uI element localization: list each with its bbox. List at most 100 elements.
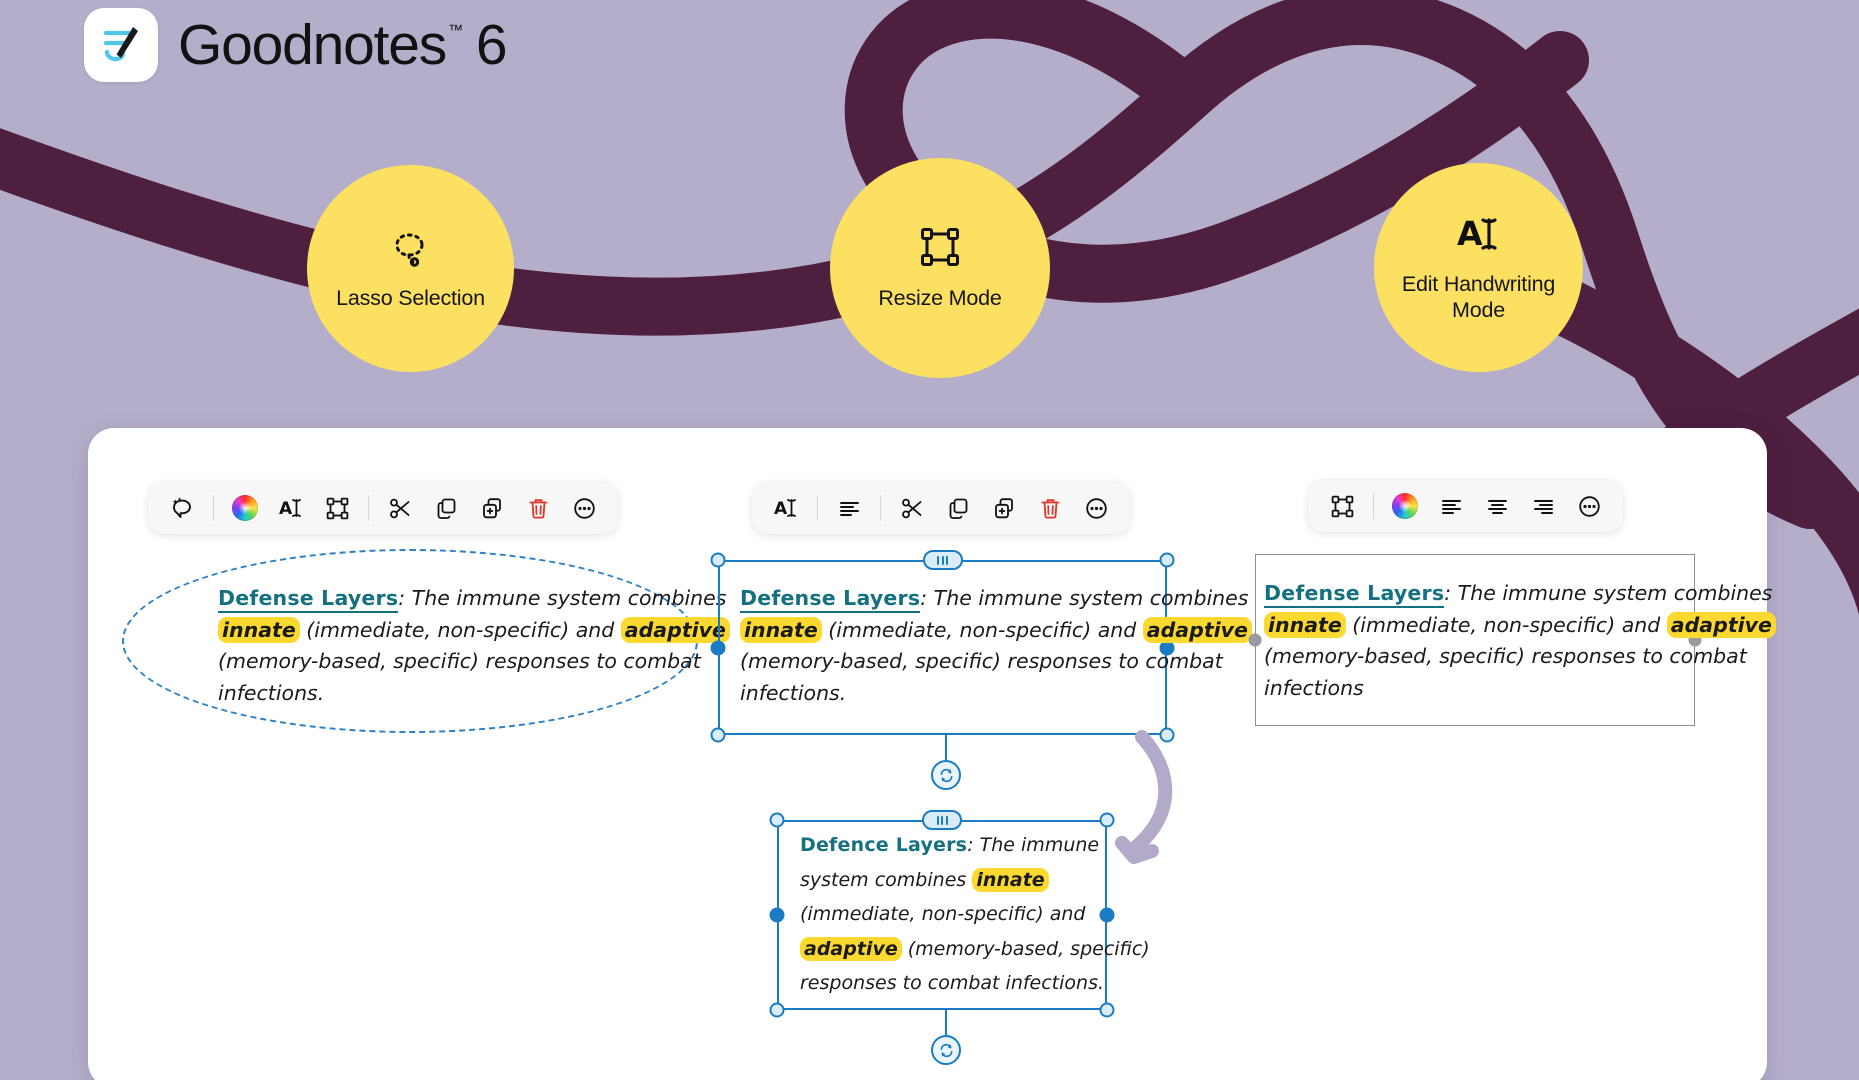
badge-resize-label: Resize Mode — [878, 286, 1002, 311]
duplicate-icon[interactable] — [470, 486, 514, 530]
goodnotes-pen-logo-icon — [103, 27, 138, 62]
sync-refresh-handle-bottom[interactable] — [931, 1035, 961, 1065]
handle-top-left[interactable] — [710, 552, 726, 568]
lasso-toolbar[interactable]: A — [148, 482, 618, 534]
highlight-innate: innate — [972, 867, 1049, 892]
copy-icon[interactable] — [936, 486, 980, 530]
badge-edit-label: Edit Handwriting Mode — [1401, 271, 1556, 322]
note-text: (immediate, non-specific) and — [821, 617, 1143, 642]
sync-connector-stem — [945, 735, 947, 761]
trash-icon[interactable] — [1028, 486, 1072, 530]
svg-text:A: A — [279, 499, 293, 519]
note-line: Defense Layers: The immune system combin… — [740, 583, 1252, 615]
handle-bottom-right[interactable] — [1099, 1002, 1115, 1018]
lasso-sparkle-icon[interactable] — [160, 486, 204, 530]
handwriting-cursor-icon: A — [1453, 212, 1505, 261]
handle-middle-left[interactable] — [710, 640, 726, 655]
sync-refresh-handle-top[interactable] — [931, 760, 961, 790]
note-line: responses to combat infections. — [800, 972, 1105, 994]
note-text: The immune system combines — [1451, 581, 1773, 605]
note-text: (immediate, non-specific) and — [299, 617, 621, 642]
sync-refresh-icon — [940, 1043, 952, 1057]
curved-arrow-icon — [1115, 730, 1173, 864]
more-icon[interactable] — [1567, 484, 1611, 528]
highlight-adaptive: adaptive — [620, 616, 730, 643]
align-right-icon[interactable] — [1521, 484, 1565, 528]
copy-icon[interactable] — [424, 486, 468, 530]
sync-refresh-icon — [940, 768, 952, 782]
highlight-adaptive: adaptive — [1666, 611, 1776, 638]
align-center-icon[interactable] — [1475, 484, 1519, 528]
note-line: innate (immediate, non-specific) and ada… — [218, 615, 730, 647]
note-text: The immune — [973, 834, 1100, 856]
highlight-innate: innate — [218, 616, 300, 643]
handwriting-cursor-icon[interactable]: A — [764, 486, 808, 530]
align-left-icon[interactable] — [1429, 484, 1473, 528]
note-line: infections. — [218, 680, 325, 705]
note-title: Defence Layers — [800, 834, 968, 856]
gray-handle-left[interactable] — [1248, 633, 1262, 647]
goodnotes-logo — [84, 8, 158, 82]
badge-lasso-selection: Lasso Selection — [307, 165, 514, 372]
handle-bottom-left[interactable] — [710, 727, 726, 743]
toolbar-separator — [1373, 493, 1374, 519]
color-wheel-icon[interactable] — [223, 486, 267, 530]
toolbar-separator — [817, 495, 818, 521]
note-line: (memory-based, specific) responses to co… — [740, 649, 1223, 673]
note-line: innate (immediate, non-specific) and ada… — [1264, 610, 1776, 642]
scissors-icon[interactable] — [378, 486, 422, 530]
drag-grip-handle[interactable] — [922, 550, 963, 570]
lasso-sparkle-icon — [389, 226, 433, 275]
toolbar-separator — [213, 495, 214, 521]
toolbar-separator — [368, 495, 369, 521]
scissors-icon[interactable] — [890, 486, 934, 530]
align-left-icon[interactable] — [827, 486, 871, 530]
highlight-innate: innate — [740, 616, 822, 643]
more-icon[interactable] — [562, 486, 606, 530]
note-resize-mode[interactable]: Defense Layers: The immune system combin… — [740, 583, 1252, 709]
note-handwriting-edit[interactable]: Defense Layers: The immune system combin… — [1264, 578, 1776, 704]
badge-resize-mode: Resize Mode — [830, 158, 1050, 378]
note-text: The immune system combines — [927, 586, 1249, 610]
note-line: Defense Layers: The immune system combin… — [1264, 578, 1776, 610]
note-title: Defense Layers — [218, 586, 399, 613]
note-line: (immediate, non-specific) and — [800, 903, 1086, 925]
resize-toolbar[interactable]: A — [752, 482, 1130, 534]
note-text: (immediate, non-specific) and — [1345, 612, 1667, 637]
drag-grip-handle[interactable] — [922, 810, 962, 830]
trash-icon[interactable] — [516, 486, 560, 530]
note-line: Defence Layers: The immune — [800, 828, 1150, 863]
resize-box-icon — [917, 224, 963, 275]
handwriting-toolbar[interactable] — [1308, 480, 1623, 532]
badge-edit-handwriting-mode: A Edit Handwriting Mode — [1374, 163, 1583, 372]
trademark-symbol: ™ — [448, 21, 463, 39]
handle-bottom-left[interactable] — [769, 1002, 785, 1018]
duplicate-icon[interactable] — [982, 486, 1026, 530]
note-lasso-selection[interactable]: Defense Layers: The immune system combin… — [218, 583, 730, 709]
note-line: infections — [1264, 675, 1364, 700]
brand-header: Goodnotes ™ 6 — [84, 8, 508, 82]
handle-top-right[interactable] — [1159, 552, 1175, 568]
highlight-adaptive: adaptive — [1142, 616, 1252, 643]
highlight-innate: innate — [1264, 611, 1346, 638]
note-line: innate (immediate, non-specific) and ada… — [740, 615, 1252, 647]
brand-title: Goodnotes ™ 6 — [178, 12, 508, 77]
resize-box-icon[interactable] — [315, 486, 359, 530]
color-wheel-icon[interactable] — [1383, 484, 1427, 528]
brand-name-text: Goodnotes — [178, 12, 447, 77]
note-line: infections. — [740, 680, 847, 705]
selection-edge-bottom — [777, 1008, 1107, 1010]
note-line: system combines innate — [800, 863, 1150, 898]
resize-box-icon[interactable] — [1320, 484, 1364, 528]
brand-version: 6 — [475, 12, 508, 77]
note-text: system combines — [800, 868, 973, 891]
note-line: (memory-based, specific) responses to co… — [1264, 644, 1747, 668]
handle-top-left[interactable] — [769, 812, 785, 828]
handle-middle-left[interactable] — [769, 907, 785, 923]
selection-edge-bottom — [718, 733, 1167, 735]
note-line: (memory-based, specific) responses to co… — [218, 649, 701, 673]
more-icon[interactable] — [1074, 486, 1118, 530]
note-text: The immune system combines — [405, 586, 727, 610]
note-reflowed[interactable]: Defence Layers: The immune system combin… — [800, 828, 1150, 1001]
handwriting-cursor-icon[interactable]: A — [269, 486, 313, 530]
